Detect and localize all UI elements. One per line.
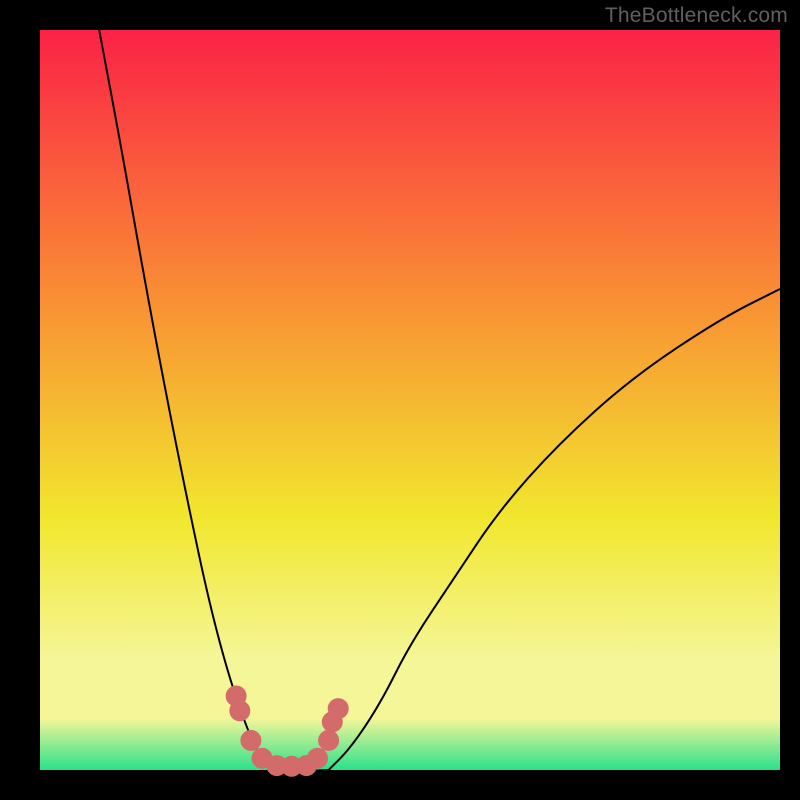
chart-stage: TheBottleneck.com (0, 0, 800, 800)
gradient-panel (40, 30, 780, 770)
marker-dot (328, 699, 348, 719)
marker-dot (230, 701, 250, 721)
marker-dot (241, 730, 261, 750)
marker-dot (308, 748, 328, 768)
chart-svg (0, 0, 800, 800)
marker-dot (319, 730, 339, 750)
watermark-text: TheBottleneck.com (605, 4, 788, 28)
